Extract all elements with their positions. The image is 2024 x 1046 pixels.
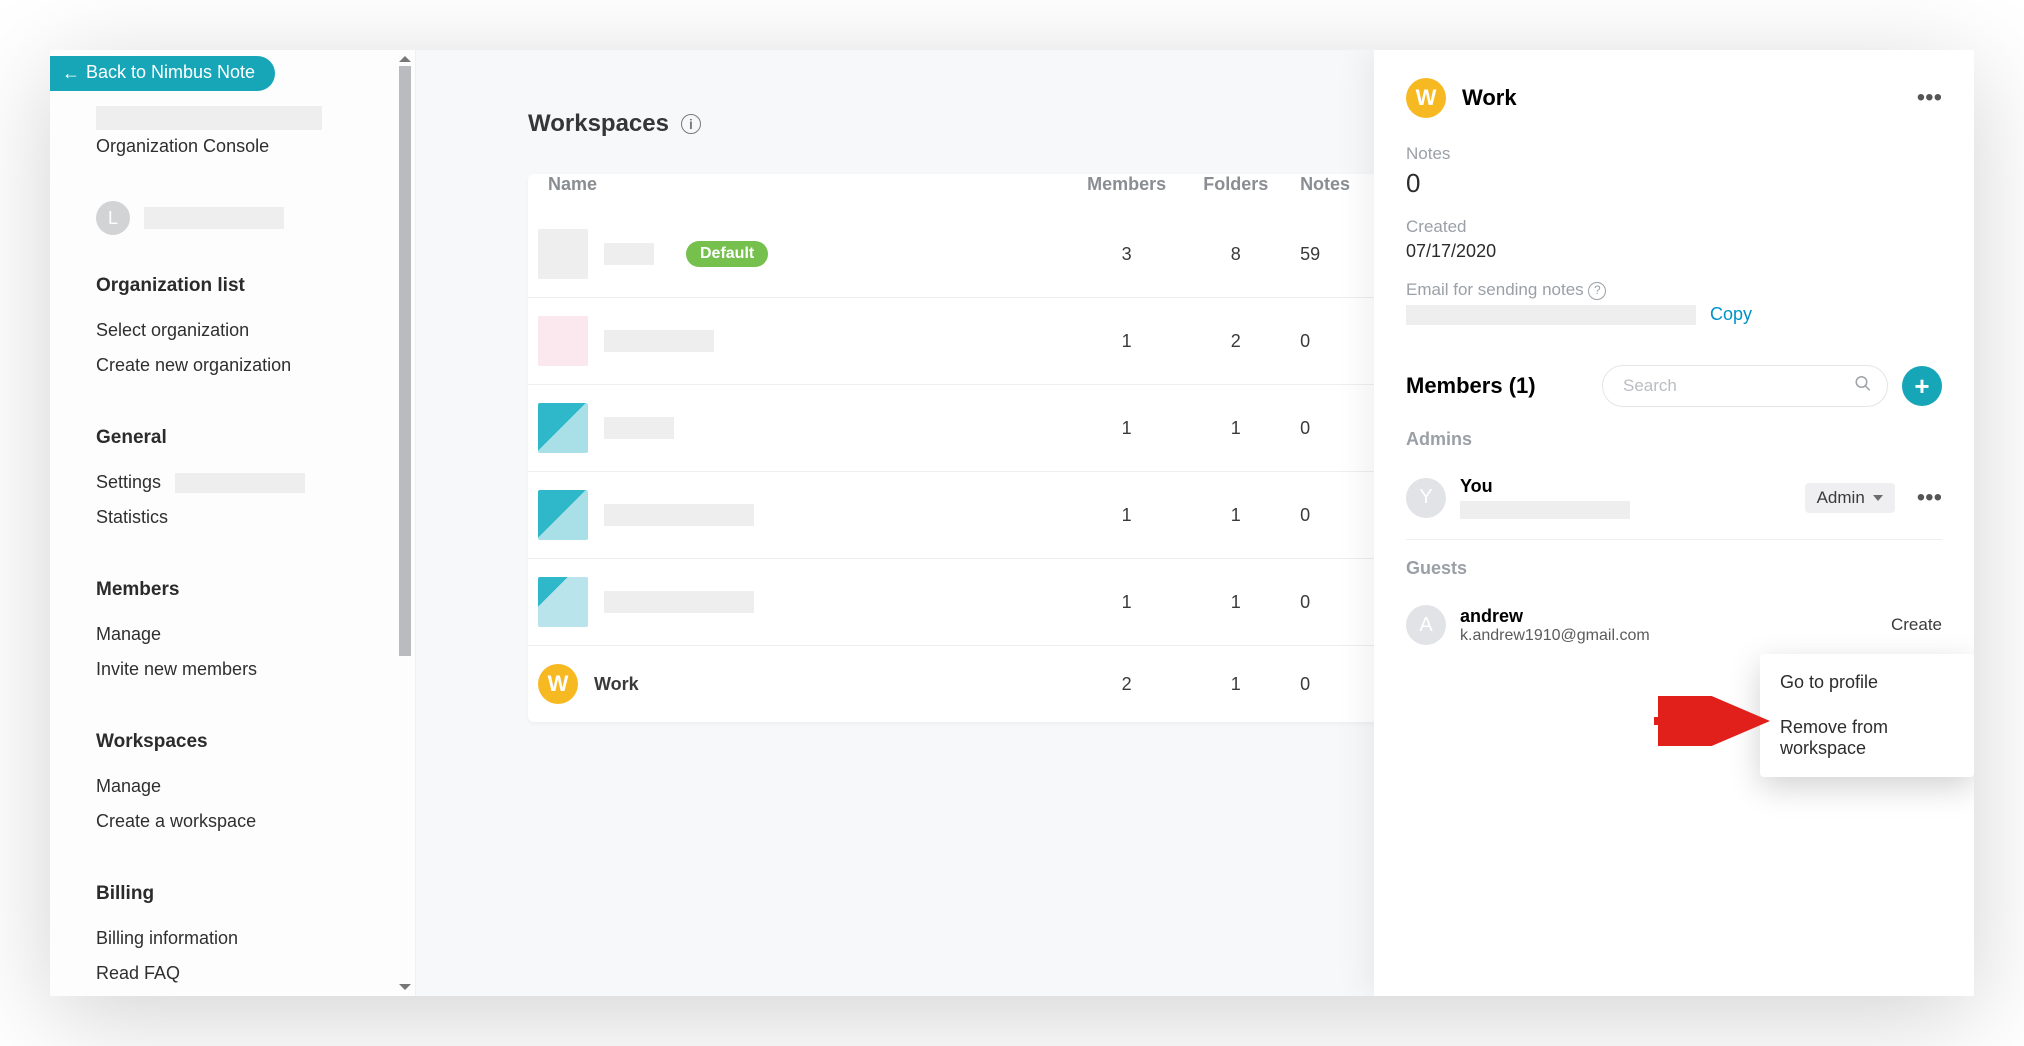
- sidebar-item-invite-members[interactable]: Invite new members: [96, 652, 415, 687]
- workspace-logo-redacted: [538, 577, 588, 627]
- guest-status: Create: [1891, 615, 1942, 635]
- table-row[interactable]: 1 1 0: [528, 558, 1398, 645]
- members-heading: Members (1): [1406, 373, 1536, 399]
- table-row[interactable]: Default 3 8 59: [528, 211, 1398, 297]
- created-value: 07/17/2020: [1406, 241, 1942, 262]
- sidebar-heading-org-list: Organization list: [96, 275, 415, 297]
- member-row-admin: Y You Admin •••: [1406, 466, 1942, 529]
- col-name[interactable]: Name: [528, 174, 1072, 211]
- workspace-name-redacted: [604, 504, 754, 526]
- col-members[interactable]: Members: [1072, 174, 1181, 211]
- scroll-up-icon[interactable]: [399, 56, 411, 62]
- sidebar: Organization Console L Organization list…: [50, 50, 416, 996]
- workspace-logo-work: W: [538, 664, 578, 704]
- back-to-app-button[interactable]: ← Back to Nimbus Note: [50, 56, 275, 91]
- back-label: Back to Nimbus Note: [86, 62, 255, 83]
- scroll-thumb[interactable]: [399, 66, 411, 656]
- panel-title: Work: [1462, 85, 1517, 111]
- guests-label: Guests: [1406, 558, 1942, 579]
- table-row[interactable]: 1 1 0: [528, 384, 1398, 471]
- sidebar-heading-billing: Billing: [96, 883, 415, 905]
- workspace-name-redacted: [604, 330, 714, 352]
- divider: [1406, 539, 1942, 540]
- console-label: Organization Console: [96, 136, 415, 157]
- table-row[interactable]: 1 1 0: [528, 471, 1398, 558]
- panel-workspace-icon: W: [1406, 78, 1446, 118]
- org-name-redacted: [96, 106, 322, 130]
- chevron-down-icon: [1873, 495, 1883, 501]
- info-icon[interactable]: i: [681, 114, 701, 134]
- sidebar-item-manage-members[interactable]: Manage: [96, 617, 415, 652]
- workspace-logo-redacted: [538, 490, 588, 540]
- workspace-name-redacted: [604, 243, 654, 265]
- user-name-redacted: [144, 207, 284, 229]
- sidebar-item-read-faq[interactable]: Read FAQ: [96, 956, 415, 991]
- sidebar-scrollbar[interactable]: [395, 50, 415, 996]
- member-row-guest: A andrew k.andrew1910@gmail.com Create: [1406, 595, 1942, 655]
- member-name: andrew: [1460, 606, 1650, 627]
- workspace-logo-redacted: [538, 316, 588, 366]
- sidebar-item-manage-workspaces[interactable]: Manage: [96, 769, 415, 804]
- workspace-detail-panel: W Work ••• Notes 0 Created 07/17/2020 Em…: [1374, 50, 1974, 996]
- menu-item-remove-from-workspace[interactable]: Remove from workspace: [1760, 705, 1974, 771]
- sidebar-item-billing-info[interactable]: Billing information: [96, 921, 415, 956]
- col-folders[interactable]: Folders: [1181, 174, 1290, 211]
- notes-label: Notes: [1406, 144, 1942, 164]
- sidebar-heading-general: General: [96, 427, 415, 449]
- notes-value: 0: [1406, 168, 1942, 199]
- role-select[interactable]: Admin: [1805, 483, 1895, 513]
- workspace-name-redacted: [604, 417, 674, 439]
- member-avatar: Y: [1406, 478, 1446, 518]
- sidebar-item-create-workspace[interactable]: Create a workspace: [96, 804, 415, 839]
- email-label: Email for sending notes ?: [1406, 280, 1942, 300]
- sidebar-user-row[interactable]: L: [96, 201, 415, 235]
- workspace-name: Work: [594, 674, 639, 695]
- email-redacted: [1406, 305, 1696, 325]
- search-icon: [1854, 375, 1872, 398]
- member-email: k.andrew1910@gmail.com: [1460, 627, 1650, 645]
- sidebar-item-statistics[interactable]: Statistics: [96, 500, 415, 535]
- copy-button[interactable]: Copy: [1710, 304, 1752, 325]
- member-context-menu: Go to profile Remove from workspace: [1760, 654, 1974, 777]
- sidebar-item-select-organization[interactable]: Select organization: [96, 313, 415, 348]
- back-arrow-icon: ←: [62, 64, 80, 82]
- workspace-logo-redacted: [538, 229, 588, 279]
- add-member-button[interactable]: +: [1902, 366, 1942, 406]
- sidebar-heading-workspaces: Workspaces: [96, 731, 415, 753]
- workspace-logo-redacted: [538, 403, 588, 453]
- table-row-work[interactable]: W Work 2 1 0: [528, 645, 1398, 722]
- sidebar-heading-members: Members: [96, 579, 415, 601]
- default-badge: Default: [686, 241, 768, 267]
- sidebar-item-settings[interactable]: Settings: [96, 465, 415, 500]
- menu-item-go-to-profile[interactable]: Go to profile: [1760, 660, 1974, 705]
- workspaces-table: Name Members Folders Notes Default 3: [528, 174, 1398, 722]
- annotation-arrow-icon: [1654, 696, 1774, 746]
- help-icon[interactable]: ?: [1588, 282, 1606, 300]
- member-name: You: [1460, 476, 1630, 497]
- created-label: Created: [1406, 217, 1942, 237]
- admins-label: Admins: [1406, 429, 1942, 450]
- member-email-redacted: [1460, 501, 1630, 519]
- member-search[interactable]: [1602, 365, 1888, 407]
- workspace-name-redacted: [604, 591, 754, 613]
- cell-members: 3: [1072, 211, 1181, 297]
- scroll-down-icon[interactable]: [399, 984, 411, 990]
- member-search-input[interactable]: [1602, 365, 1888, 407]
- user-avatar: L: [96, 201, 130, 235]
- table-row[interactable]: 1 2 0: [528, 297, 1398, 384]
- sidebar-item-create-organization[interactable]: Create new organization: [96, 348, 415, 383]
- member-avatar: A: [1406, 605, 1446, 645]
- org-header: Organization Console: [96, 106, 415, 157]
- cell-folders: 8: [1181, 211, 1290, 297]
